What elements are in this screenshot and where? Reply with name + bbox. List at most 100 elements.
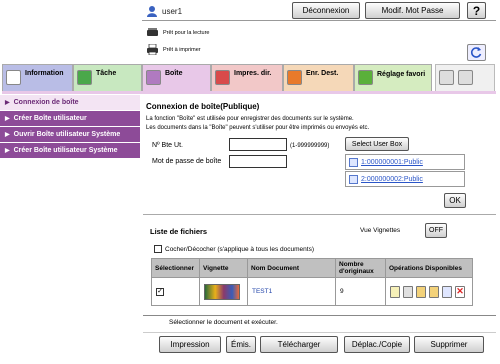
box-number-range: (1-999999999) — [290, 143, 330, 149]
sidebar-item-open-system-box[interactable]: ▶ Ouvrir Boîte utilisateur Système — [0, 127, 140, 143]
thumbnail-cell — [199, 277, 248, 306]
box-link-label: 2:000000002:Public — [361, 175, 423, 183]
column-header: Vignette — [199, 258, 248, 278]
sidebar-item-label: Créer Boîte utilisateur — [13, 115, 87, 122]
table-row: ✓ TEST1 9 ✕ — [151, 277, 473, 306]
tab-underline — [2, 91, 496, 94]
scan-status: Prêt pour la lecture — [146, 27, 209, 38]
tab-label: Réglage favori — [377, 71, 426, 78]
printer-icon — [147, 44, 158, 55]
move-copy-button[interactable]: Déplac./Copie — [344, 336, 410, 353]
header-divider — [142, 20, 496, 21]
send-button[interactable]: Émis. — [226, 336, 256, 353]
file-table: Sélectionner Vignette Nom Document Nombr… — [151, 258, 473, 306]
arrow-right-icon: ▶ — [5, 100, 10, 106]
information-icon — [6, 70, 21, 85]
box-number-label: Nº Bte Ut. — [152, 142, 183, 149]
originals-cell: 9 — [335, 277, 386, 306]
maintenance-icon — [439, 70, 454, 85]
row-checkbox[interactable]: ✓ — [156, 287, 164, 296]
page-title: Connexion de boîte(Publique) — [146, 102, 260, 111]
print-status-text: Prêt à imprimer — [163, 46, 201, 53]
description-line: La fonction "Boîte" est utilisée pour en… — [146, 116, 354, 122]
ok-button[interactable]: OK — [444, 193, 466, 208]
print-button[interactable]: Impression — [159, 336, 221, 353]
refresh-button[interactable] — [467, 44, 486, 61]
section-divider — [143, 315, 496, 316]
tab-direct-print[interactable]: Impres. dir. — [211, 64, 283, 92]
favorite-icon — [358, 70, 373, 85]
sidebar-item-label: Créer Boîte utilisateur Système — [13, 147, 118, 154]
scan-status-text: Prêt pour la lecture — [163, 29, 210, 36]
column-header: Opérations Disponibles — [385, 258, 473, 278]
description-line: Les documents dans la "Boîte" peuvent s'… — [146, 125, 370, 131]
document-detail-icon[interactable] — [390, 285, 400, 298]
tab-maintenance[interactable] — [435, 64, 495, 92]
sidebar-item-label: Connexion de boîte — [13, 99, 79, 106]
delete-button[interactable]: Supprimer — [414, 336, 484, 353]
arrow-right-icon: ▶ — [5, 132, 10, 138]
check-all-label: Cocher/Décocher (s'applique à tous les d… — [165, 245, 315, 253]
sidebar-item-create-system-box[interactable]: ▶ Créer Boîte utilisateur Système — [0, 143, 140, 159]
box-link-label: 1:000000001:Public — [361, 158, 423, 166]
sidebar-item-label: Ouvrir Boîte utilisateur Système — [13, 131, 121, 138]
select-user-box-button[interactable]: Select User Box — [345, 137, 409, 151]
print-icon[interactable] — [403, 285, 413, 298]
refresh-icon — [470, 47, 482, 58]
destination-icon — [287, 70, 302, 85]
column-header: Nom Document — [247, 258, 336, 278]
sidebar-item-create-user-box[interactable]: ▶ Créer Boîte utilisateur — [0, 111, 140, 127]
file-list-title: Liste de fichiers — [150, 227, 208, 236]
tab-bar: Information Tâche Boîte Impres. dir. Enr… — [2, 64, 498, 92]
thumbnail-view-toggle[interactable]: OFF — [425, 223, 447, 238]
tab-job[interactable]: Tâche — [73, 64, 142, 92]
document-name-cell: TEST1 — [247, 277, 336, 306]
tab-box[interactable]: Boîte — [142, 64, 211, 92]
box-number-input[interactable] — [229, 138, 287, 151]
select-cell: ✓ — [151, 277, 200, 306]
arrow-right-icon: ▶ — [5, 148, 10, 154]
box-link[interactable]: 2:000000002:Public — [345, 171, 465, 187]
sidebar-item-box-login[interactable]: ▶ Connexion de boîte — [0, 95, 140, 111]
box-password-label: Mot de passe de boîte — [152, 158, 222, 165]
print-status: Prêt à imprimer — [146, 44, 201, 55]
direct-print-icon — [215, 70, 230, 85]
tab-label: Boîte — [165, 70, 183, 77]
document-thumbnail — [204, 283, 240, 300]
send-icon[interactable] — [416, 285, 426, 298]
delete-icon[interactable]: ✕ — [455, 285, 465, 298]
box-link[interactable]: 1:000000001:Public — [345, 154, 465, 170]
box-password-input[interactable] — [229, 155, 287, 168]
arrow-right-icon: ▶ — [5, 116, 10, 122]
tab-label: Impres. dir. — [234, 70, 272, 77]
move-icon[interactable] — [429, 285, 439, 298]
column-header: Sélectionner — [151, 258, 200, 278]
document-name[interactable]: TEST1 — [252, 288, 272, 295]
download-button[interactable]: Télécharger — [260, 336, 338, 353]
user-name: user1 — [162, 7, 183, 16]
sidebar: ▶ Connexion de boîte ▶ Créer Boîte utili… — [0, 95, 140, 159]
change-password-button[interactable]: Modif. Mot Passe — [365, 2, 460, 19]
scanner-icon — [147, 28, 158, 36]
column-header: Nombre d'originaux — [335, 258, 386, 278]
tab-favorite-settings[interactable]: Réglage favori — [354, 64, 432, 92]
job-icon — [77, 70, 92, 85]
tab-label: Tâche — [96, 70, 117, 77]
tab-destination[interactable]: Enr. Dest. — [283, 64, 354, 92]
user-icon — [147, 6, 157, 17]
logout-button[interactable]: Déconnexion — [292, 2, 360, 19]
box-icon — [146, 70, 161, 85]
thumbnail-view-label: Vue Vignettes — [360, 227, 401, 234]
settings-icon — [458, 70, 473, 85]
box-icon — [349, 157, 358, 167]
check-all-row: Cocher/Décocher (s'applique à tous les d… — [154, 245, 314, 253]
operations-cell: ✕ — [385, 277, 473, 306]
section-divider — [143, 214, 496, 215]
tab-information[interactable]: Information — [2, 64, 73, 92]
execute-hint: Sélectionner le document et exécuter. — [169, 319, 278, 326]
copy-icon[interactable] — [442, 285, 452, 298]
help-button[interactable]: ? — [467, 2, 486, 19]
box-icon — [349, 174, 358, 184]
check-all-checkbox[interactable] — [154, 245, 162, 253]
tab-label: Information — [25, 70, 64, 77]
